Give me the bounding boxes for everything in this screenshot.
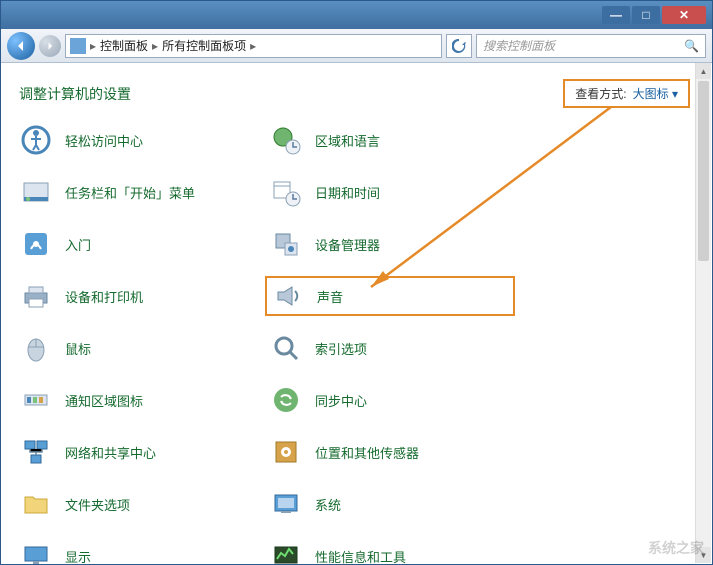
breadcrumb-root[interactable]: 控制面板 bbox=[100, 37, 148, 54]
view-selector-highlight: 查看方式: 大图标 bbox=[563, 79, 690, 108]
item-label: 性能信息和工具 bbox=[315, 547, 406, 565]
device-manager-icon bbox=[269, 227, 303, 261]
close-button[interactable]: ✕ bbox=[662, 6, 706, 24]
item-sync-center[interactable]: 同步中心 bbox=[265, 380, 515, 420]
item-ease-of-access[interactable]: 轻松访问中心 bbox=[15, 120, 265, 160]
scroll-up-button[interactable]: ▲ bbox=[696, 63, 711, 79]
navbar: ▸ 控制面板 ▸ 所有控制面板项 ▸ 搜索控制面板 🔍 bbox=[1, 29, 712, 63]
item-label: 入门 bbox=[65, 235, 91, 254]
sensor-icon bbox=[269, 435, 303, 469]
item-date-time[interactable]: 日期和时间 bbox=[265, 172, 515, 212]
forward-button[interactable] bbox=[39, 35, 61, 57]
content-area: 调整计算机的设置 查看方式: 大图标 轻松访问中心 区域和语言 任务栏和「开始」… bbox=[1, 63, 712, 564]
items-grid: 轻松访问中心 区域和语言 任务栏和「开始」菜单 日期和时间 入门 bbox=[1, 116, 712, 564]
search-input[interactable]: 搜索控制面板 🔍 bbox=[476, 34, 706, 58]
minimize-button[interactable]: — bbox=[602, 6, 630, 24]
item-label: 显示 bbox=[65, 547, 91, 565]
performance-icon bbox=[269, 539, 303, 564]
mouse-icon bbox=[19, 331, 53, 365]
maximize-button[interactable]: □ bbox=[632, 6, 660, 24]
item-region-language[interactable]: 区域和语言 bbox=[265, 120, 515, 160]
item-getting-started[interactable]: 入门 bbox=[15, 224, 265, 264]
search-placeholder: 搜索控制面板 bbox=[483, 37, 555, 54]
view-label: 查看方式: bbox=[575, 85, 626, 102]
control-panel-icon bbox=[70, 38, 86, 54]
item-label: 网络和共享中心 bbox=[65, 443, 156, 462]
view-dropdown[interactable]: 大图标 bbox=[633, 85, 678, 102]
titlebar: — □ ✕ bbox=[1, 1, 712, 29]
item-label: 任务栏和「开始」菜单 bbox=[65, 183, 195, 202]
item-label: 鼠标 bbox=[65, 339, 91, 358]
search-icon: 🔍 bbox=[684, 39, 699, 53]
ease-of-access-icon bbox=[19, 123, 53, 157]
printer-icon bbox=[19, 279, 53, 313]
item-mouse[interactable]: 鼠标 bbox=[15, 328, 265, 368]
getting-started-icon bbox=[19, 227, 53, 261]
refresh-button[interactable] bbox=[446, 34, 472, 58]
chevron-right-icon[interactable]: ▸ bbox=[88, 39, 98, 53]
item-sound-highlight[interactable]: 声音 bbox=[265, 276, 515, 316]
item-taskbar-start[interactable]: 任务栏和「开始」菜单 bbox=[15, 172, 265, 212]
item-device-manager[interactable]: 设备管理器 bbox=[265, 224, 515, 264]
folder-icon bbox=[19, 487, 53, 521]
item-label: 区域和语言 bbox=[315, 131, 380, 150]
item-label: 通知区域图标 bbox=[65, 391, 143, 410]
item-label: 位置和其他传感器 bbox=[315, 443, 419, 462]
item-label: 索引选项 bbox=[315, 339, 367, 358]
sync-icon bbox=[269, 383, 303, 417]
scroll-thumb[interactable] bbox=[698, 81, 709, 261]
item-performance-info[interactable]: 性能信息和工具 bbox=[265, 536, 515, 564]
item-label: 设备管理器 bbox=[315, 235, 380, 254]
breadcrumb-sub[interactable]: 所有控制面板项 bbox=[162, 37, 246, 54]
item-system[interactable]: 系统 bbox=[265, 484, 515, 524]
search-index-icon bbox=[269, 331, 303, 365]
taskbar-icon bbox=[19, 175, 53, 209]
item-label: 同步中心 bbox=[315, 391, 367, 410]
vertical-scrollbar[interactable]: ▲ ▼ bbox=[695, 63, 711, 563]
item-label: 设备和打印机 bbox=[65, 287, 143, 306]
speaker-icon bbox=[271, 279, 305, 313]
item-label: 声音 bbox=[317, 287, 343, 306]
item-network-sharing[interactable]: 网络和共享中心 bbox=[15, 432, 265, 472]
control-panel-window: — □ ✕ ▸ 控制面板 ▸ 所有控制面板项 ▸ 搜索控制面板 🔍 调整计算机的… bbox=[0, 0, 713, 565]
back-button[interactable] bbox=[7, 32, 35, 60]
item-notification-icons[interactable]: 通知区域图标 bbox=[15, 380, 265, 420]
item-display[interactable]: 显示 bbox=[15, 536, 265, 564]
item-indexing-options[interactable]: 索引选项 bbox=[265, 328, 515, 368]
clock-calendar-icon bbox=[269, 175, 303, 209]
page-title: 调整计算机的设置 bbox=[19, 84, 131, 104]
item-label: 文件夹选项 bbox=[65, 495, 130, 514]
globe-clock-icon bbox=[269, 123, 303, 157]
item-label: 日期和时间 bbox=[315, 183, 380, 202]
monitor-icon bbox=[19, 539, 53, 564]
item-location-sensors[interactable]: 位置和其他传感器 bbox=[265, 432, 515, 472]
item-devices-printers[interactable]: 设备和打印机 bbox=[15, 276, 265, 316]
item-folder-options[interactable]: 文件夹选项 bbox=[15, 484, 265, 524]
chevron-right-icon[interactable]: ▸ bbox=[150, 39, 160, 53]
item-label: 轻松访问中心 bbox=[65, 131, 143, 150]
tray-icon bbox=[19, 383, 53, 417]
network-icon bbox=[19, 435, 53, 469]
system-icon bbox=[269, 487, 303, 521]
watermark: 系统之家 bbox=[648, 538, 704, 558]
chevron-right-icon[interactable]: ▸ bbox=[248, 39, 258, 53]
breadcrumb[interactable]: ▸ 控制面板 ▸ 所有控制面板项 ▸ bbox=[65, 34, 442, 58]
item-label: 系统 bbox=[315, 495, 341, 514]
